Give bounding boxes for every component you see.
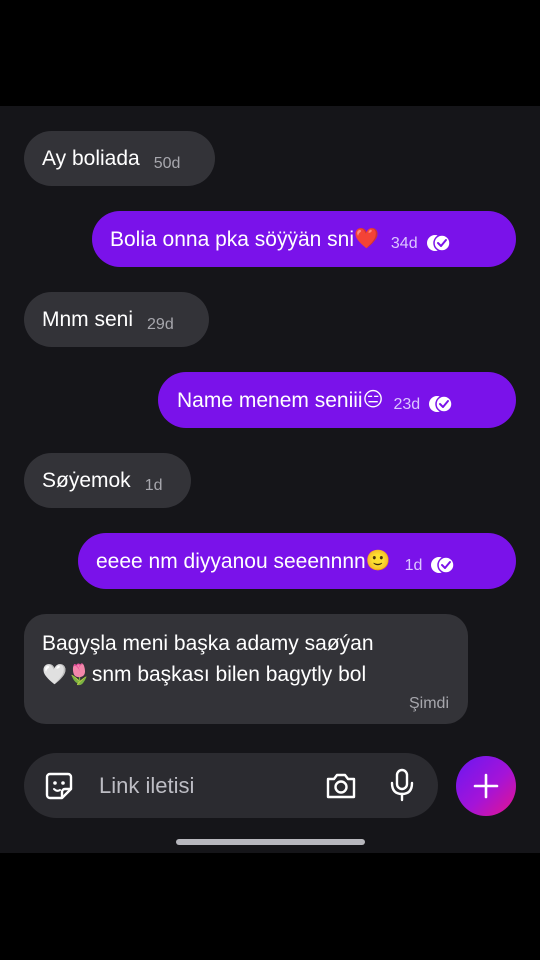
camera-icon[interactable] — [324, 769, 358, 803]
message-text-line-2: 🤍🌷snm başkası bilen bagytly bol — [42, 659, 450, 691]
expressionless-emoji: 😑 — [362, 389, 384, 411]
message-time: 29d — [147, 315, 174, 333]
sticker-icon[interactable] — [44, 771, 74, 801]
message-text: Name menem seniii — [177, 388, 363, 412]
message-bubble-outgoing[interactable]: eeee nm diyyanou seeennnn 🙂 1d — [78, 533, 516, 589]
message-text: Søẏemok — [42, 469, 131, 492]
message-bubble-incoming[interactable]: Bagyşla meni başka adamy saøýan 🤍🌷snm ba… — [24, 614, 468, 724]
message-text: Mnm seni — [42, 308, 134, 331]
message-input[interactable]: Link iletisi — [99, 773, 194, 799]
message-text: eeee nm diyyanou seeennnn — [96, 549, 366, 573]
microphone-icon[interactable] — [388, 767, 416, 803]
read-receipt-icon — [431, 556, 456, 574]
message-text-line-1: Bagyşla meni başka adamy saøýan — [42, 632, 374, 655]
message-text: Bolia onna pka söÿÿän sni — [110, 227, 354, 251]
read-receipt-icon — [426, 234, 451, 252]
message-bubble-outgoing[interactable]: Bolia onna pka söÿÿän sni ❤️ 34d — [92, 211, 516, 267]
home-indicator[interactable] — [176, 839, 365, 845]
message-time: 1d — [144, 476, 163, 494]
plus-icon — [473, 773, 499, 799]
message-bubble-incoming[interactable]: Ay boliada 50d — [24, 131, 215, 186]
add-button[interactable] — [456, 756, 516, 816]
message-time: 1d — [404, 557, 423, 574]
message-text: Ay boliada — [42, 147, 140, 170]
heart-tulip-emoji: 🤍🌷 — [42, 664, 92, 686]
message-time: 34d — [390, 235, 418, 252]
message-bubble-incoming[interactable]: Mnm seni 29d — [24, 292, 209, 347]
message-composer: Link iletisi — [24, 753, 438, 818]
smile-emoji: 🙂 — [365, 550, 391, 572]
message-bubble-incoming[interactable]: Søẏemok 1d — [24, 453, 191, 508]
message-text: snm başkası bilen bagytly bol — [91, 663, 367, 686]
read-receipt-icon — [429, 395, 453, 413]
message-bubble-outgoing[interactable]: Name menem seniii 😑 23d — [158, 372, 516, 428]
message-time: 50d — [153, 154, 181, 172]
message-time: 23d — [393, 396, 421, 413]
message-time: Şimdi — [408, 695, 449, 712]
heart-emoji: ❤️ — [354, 228, 379, 250]
